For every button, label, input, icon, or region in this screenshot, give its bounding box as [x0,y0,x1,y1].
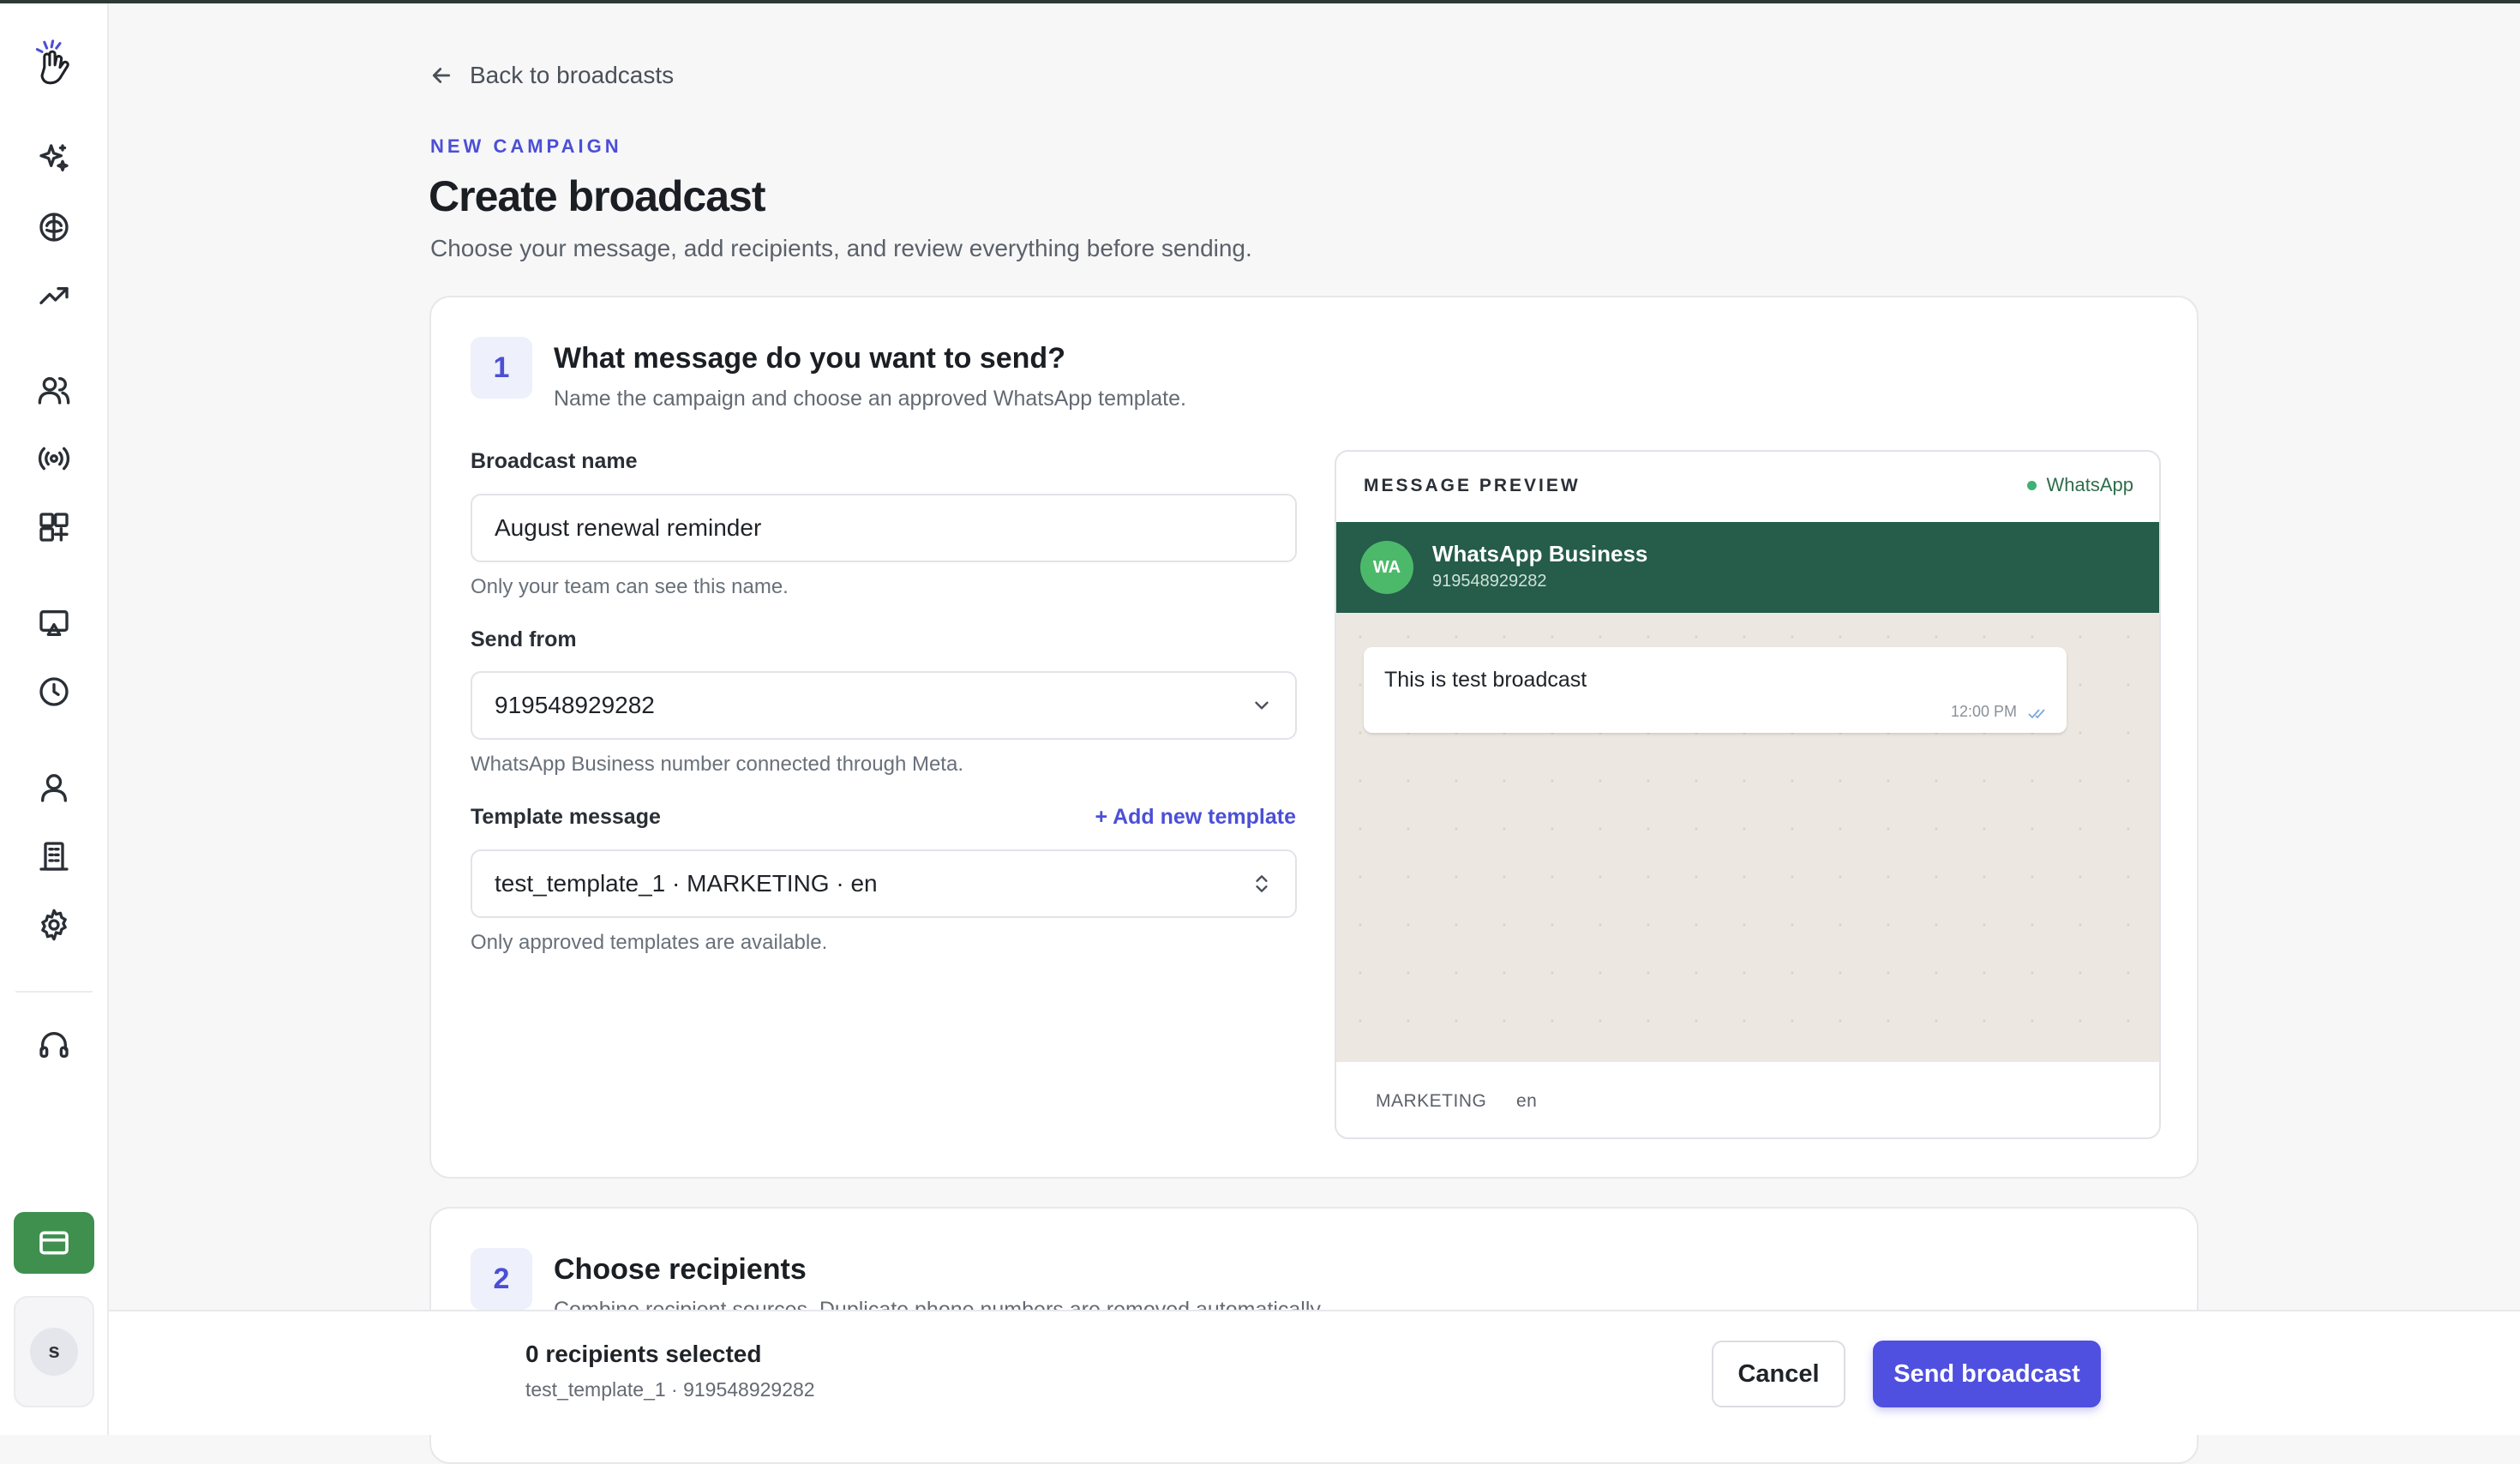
step-1-card: 1 What message do you want to send? Name… [429,296,2199,1179]
template-hint: Only approved templates are available. [471,931,828,954]
template-label: Template message [471,805,661,829]
business-name: WhatsApp Business [1432,541,1648,567]
template-language-tag: en [1516,1091,1538,1111]
template-category-tag: MARKETING [1376,1091,1487,1111]
step-subtitle: Name the campaign and choose an approved… [554,387,1186,411]
top-accent-line [0,0,2520,3]
business-avatar: WA [1360,541,1413,594]
headset-icon[interactable] [27,1018,81,1071]
template-value: test_template_1 · MARKETING · en [495,870,878,897]
avatar[interactable]: s [30,1328,78,1376]
broadcast-icon[interactable] [27,432,81,485]
preview-channel-label: WhatsApp [2046,474,2134,495]
step-number-badge: 1 [471,337,532,399]
preview-label: MESSAGE PREVIEW [1364,476,1581,495]
step-title: Choose recipients [554,1253,807,1286]
page-title: Create broadcast [429,172,765,220]
grid-plus-icon[interactable] [27,501,81,554]
message-time: 12:00 PM [1950,703,2017,720]
sparkles-icon[interactable] [27,132,81,185]
action-footer: 0 recipients selected test_template_1 · … [109,1310,2520,1435]
preview-header: MESSAGE PREVIEW WhatsApp [1336,452,2159,522]
back-to-broadcasts-link[interactable]: Back to broadcasts [429,57,674,94]
eyebrow-label: NEW CAMPAIGN [430,135,622,157]
send-broadcast-button[interactable]: Send broadcast [1873,1341,2101,1407]
clock-icon[interactable] [27,665,81,718]
arrow-left-icon [432,68,451,83]
broadcast-name-label: Broadcast name [471,449,638,473]
presentation-icon[interactable] [27,597,81,650]
back-label: Back to broadcasts [470,62,675,88]
message-text: This is test broadcast [1384,668,1587,692]
summary-meta: test_template_1 · 919548929282 [525,1378,815,1401]
chevron-up-down-icon [1256,875,1268,892]
step-number-badge: 2 [471,1248,532,1310]
sidebar: s [0,3,109,1435]
broadcast-name-hint: Only your team can see this name. [471,575,789,598]
double-check-icon [2027,705,2049,721]
status-dot-icon [2026,480,2037,490]
billing-button[interactable] [14,1212,94,1274]
brain-icon[interactable] [27,201,81,254]
preview-channel: WhatsApp [2026,474,2134,496]
send-from-select[interactable]: 919548929282 [471,671,1297,740]
send-from-label: Send from [471,627,577,651]
sidebar-divider [15,991,93,993]
recipient-count: 0 recipients selected [525,1341,762,1367]
logo-icon[interactable] [24,33,84,93]
credit-card-icon [39,1231,69,1255]
add-new-template-link[interactable]: + Add new template [1095,805,1296,830]
send-from-value: 919548929282 [495,692,655,718]
step-title: What message do you want to send? [554,342,1065,375]
broadcast-name-input[interactable] [471,494,1297,562]
preview-footer: MARKETING en [1336,1062,2159,1137]
whatsapp-chat-header: WA WhatsApp Business 919548929282 [1336,522,2159,613]
users-icon[interactable] [27,363,81,417]
user-menu: s [14,1296,94,1407]
page-subtitle: Choose your message, add recipients, and… [430,235,1252,261]
chat-background: This is test broadcast 12:00 PM [1336,613,2159,1062]
trending-up-icon[interactable] [27,269,81,322]
gear-icon[interactable] [27,898,81,951]
template-select[interactable]: test_template_1 · MARKETING · en [471,849,1297,918]
building-icon[interactable] [27,830,81,883]
cancel-button[interactable]: Cancel [1712,1341,1845,1407]
business-number: 919548929282 [1432,572,1547,591]
message-bubble: This is test broadcast 12:00 PM [1364,647,2067,733]
chevron-down-icon [1255,701,1269,710]
user-icon[interactable] [27,761,81,814]
send-from-hint: WhatsApp Business number connected throu… [471,753,963,776]
message-preview: MESSAGE PREVIEW WhatsApp WA WhatsApp Bus… [1335,450,2161,1139]
